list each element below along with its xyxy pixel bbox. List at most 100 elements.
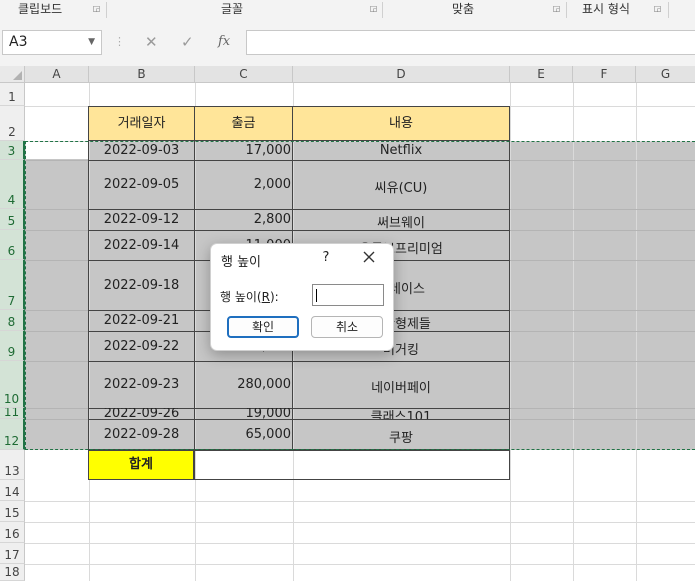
help-icon[interactable]: ? — [319, 250, 333, 265]
font-launcher[interactable]: ◲ — [368, 0, 380, 20]
row-header-14[interactable]: 14 — [0, 480, 25, 501]
row-header-6[interactable]: 6 — [0, 230, 25, 260]
column-header-b[interactable]: B — [89, 66, 195, 83]
close-icon[interactable] — [361, 249, 377, 265]
date-cell[interactable]: 2022-09-21 — [89, 313, 194, 328]
desc-cell[interactable]: 클래스101 — [293, 408, 509, 419]
table-header-desc[interactable]: 내용 — [292, 106, 510, 141]
row-header-3[interactable]: 3 — [0, 141, 25, 160]
date-cell[interactable]: 2022-09-18 — [89, 278, 194, 293]
column-header-c[interactable]: C — [195, 66, 293, 83]
ok-button[interactable]: 확인 — [227, 316, 299, 338]
row-header-13[interactable]: 13 — [0, 450, 25, 480]
cancel-icon[interactable]: ✕ — [145, 34, 158, 50]
column-header-label: B — [137, 67, 146, 81]
table-row: 2022-09-26 19,000 클래스101 — [88, 408, 510, 419]
dialog-launcher-icon: ◲ — [552, 4, 561, 13]
column-header-label: F — [600, 67, 608, 81]
table-header-amount[interactable]: 출금 — [194, 106, 293, 141]
row-header-2[interactable]: 2 — [0, 106, 25, 141]
desc-cell[interactable]: 네이버페이 — [293, 377, 509, 396]
date-cell[interactable]: 2022-09-14 — [89, 238, 194, 253]
text-caret — [316, 289, 317, 302]
column-header-label: G — [660, 67, 671, 81]
row-header-label: 15 — [4, 506, 20, 520]
enter-check-icon[interactable]: ✓ — [181, 34, 194, 50]
dialog-launcher-icon: ◲ — [92, 4, 101, 13]
column-header-label: E — [537, 67, 545, 81]
column-header-label: A — [52, 67, 61, 81]
amount-cell[interactable]: 19,000 — [195, 408, 292, 419]
more-options-icon: ⋮ — [114, 35, 125, 48]
column-header-f[interactable]: F — [573, 66, 636, 83]
insert-function-icon[interactable]: fx — [218, 34, 230, 50]
date-cell[interactable]: 2022-09-12 — [89, 212, 194, 227]
row-header-18[interactable]: 18 — [0, 564, 25, 581]
row-header-1[interactable]: 1 — [0, 83, 25, 106]
amount-cell[interactable]: 280,000 — [195, 377, 291, 392]
date-cell[interactable]: 2022-09-26 — [89, 408, 194, 419]
desc-cell[interactable]: 써브웨이 — [293, 212, 509, 231]
number-launcher[interactable]: ◲ — [652, 0, 664, 20]
row-header-label: 7 — [7, 294, 16, 308]
ribbon-separator — [106, 2, 107, 18]
amount-cell[interactable]: 65,000 — [195, 427, 292, 442]
sum-value-cell[interactable] — [194, 450, 510, 480]
row-header-5[interactable]: 5 — [0, 209, 25, 230]
row-header-label: 9 — [7, 345, 16, 359]
row-header-label: 18 — [4, 565, 20, 579]
row-height-label: 행 높이(R): — [220, 288, 279, 305]
column-header-d[interactable]: D — [293, 66, 510, 83]
row-header-9[interactable]: 9 — [0, 331, 25, 361]
date-cell[interactable]: 2022-09-28 — [89, 427, 194, 442]
amount-cell[interactable]: 17,000 — [195, 143, 292, 158]
sum-label: 합계 — [129, 457, 153, 472]
desc-cell[interactable]: 씨유(CU) — [293, 177, 509, 196]
clipboard-launcher[interactable]: ◲ — [91, 0, 103, 20]
column-header-g[interactable]: G — [636, 66, 695, 83]
row-height-input[interactable] — [312, 284, 384, 306]
row-header-4[interactable]: 4 — [0, 160, 25, 209]
gridline — [25, 522, 695, 523]
formula-input[interactable] — [246, 30, 695, 55]
row-header-12[interactable]: 12 — [0, 419, 25, 450]
row-header-7[interactable]: 7 — [0, 260, 25, 310]
dialog-title: 행 높이 — [221, 255, 262, 270]
table-header-date[interactable]: 거래일자 — [88, 106, 195, 141]
column-header-e[interactable]: E — [510, 66, 573, 83]
amount-cell[interactable]: 2,800 — [195, 212, 291, 227]
row-header-17[interactable]: 17 — [0, 543, 25, 564]
row-header-label: 12 — [3, 434, 20, 448]
select-all-button[interactable] — [0, 66, 25, 83]
alignment-launcher[interactable]: ◲ — [551, 0, 563, 20]
row-header-16[interactable]: 16 — [0, 522, 25, 543]
date-cell[interactable]: 2022-09-05 — [89, 177, 194, 192]
ribbon-separator — [668, 2, 669, 18]
name-box[interactable]: A3 ▼ — [2, 30, 102, 55]
date-cell[interactable]: 2022-09-23 — [89, 377, 194, 392]
row-header-15[interactable]: 15 — [0, 501, 25, 522]
desc-cell[interactable]: 쿠팡 — [293, 427, 509, 446]
date-cell[interactable]: 2022-09-03 — [89, 143, 194, 158]
label-text: ): — [269, 290, 279, 304]
date-cell[interactable]: 2022-09-22 — [89, 339, 194, 354]
column-header-a[interactable]: A — [25, 66, 89, 83]
row-header-8[interactable]: 8 — [0, 310, 25, 331]
active-cell-a3[interactable] — [26, 142, 88, 159]
table-border — [88, 361, 510, 362]
sum-label-cell[interactable]: 합계 — [88, 450, 194, 480]
ribbon-group-bar: 클립보드 ◲ 글꼴 ◲ 맞춤 ◲ 표시 형식 ◲ — [0, 0, 695, 21]
ribbon-group-label: 표시 형식 — [582, 2, 630, 16]
label-accesskey: R — [261, 290, 270, 304]
formula-bar: A3 ▼ ⋮ ✕ ✓ fx — [0, 20, 695, 66]
amount-cell[interactable]: 2,000 — [195, 177, 291, 192]
cancel-button[interactable]: 취소 — [311, 316, 383, 338]
row-header-label: 17 — [4, 548, 20, 562]
row-header-11[interactable]: 11 — [0, 408, 25, 419]
row-header-label: 5 — [7, 214, 16, 228]
ribbon-group-label: 맞춤 — [452, 2, 475, 16]
desc-cell[interactable]: Netflix — [293, 143, 509, 158]
chevron-down-icon[interactable]: ▼ — [88, 31, 95, 54]
table-border — [88, 106, 89, 480]
row-header-10[interactable]: 10 — [0, 361, 25, 408]
